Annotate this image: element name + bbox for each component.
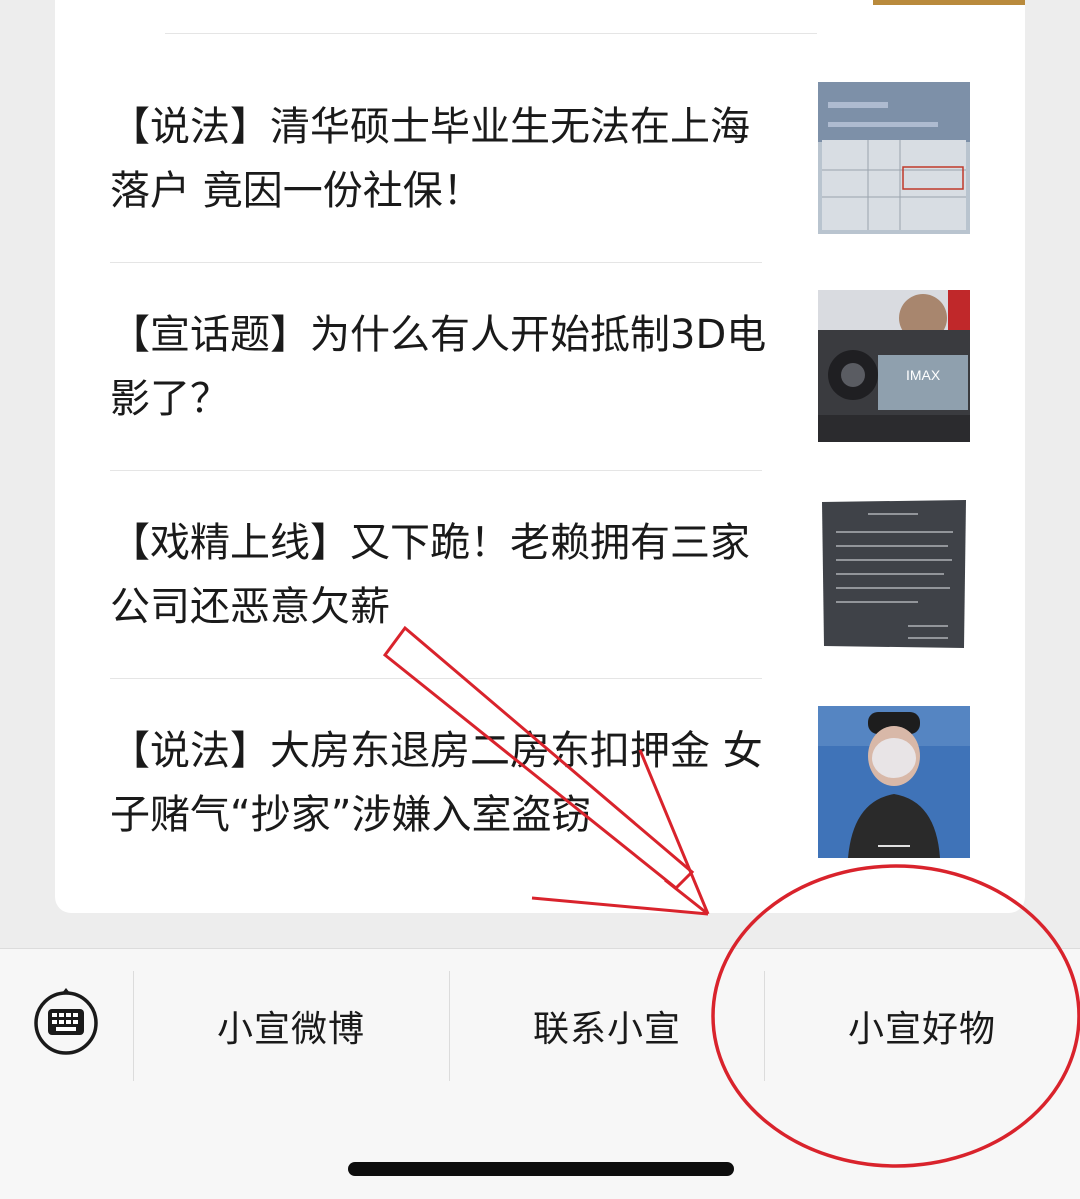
list-item[interactable]: 【宣话题】为什么有人开始抵制3D电影了？ IMAX (110, 263, 980, 471)
article-thumbnail (818, 706, 970, 858)
menu-item-weibo[interactable]: 小宣微博 (134, 971, 448, 1081)
keyboard-icon[interactable] (32, 987, 100, 1055)
article-thumbnail (818, 82, 970, 234)
article-thumbnail: IMAX (818, 290, 970, 442)
article-title: 【说法】大房东退房二房东扣押金 女子赌气“抄家”涉嫌入室盗窃 (110, 728, 763, 838)
imax-logo-text: IMAX (906, 367, 941, 383)
home-indicator[interactable] (348, 1162, 734, 1176)
list-item[interactable]: 【戏精上线】又下跪！老赖拥有三家公司还恶意欠薪 (110, 471, 980, 679)
list-item-partial[interactable] (110, 0, 1025, 34)
article-thumbnail (873, 0, 1025, 5)
list-item[interactable]: 【说法】大房东退房二房东扣押金 女子赌气“抄家”涉嫌入室盗窃 (110, 679, 980, 879)
article-title: 【戏精上线】又下跪！老赖拥有三家公司还恶意欠薪 (110, 520, 750, 630)
menu-item-goods[interactable]: 小宣好物 (765, 971, 1079, 1081)
bottom-menu-bar: 小宣微博 联系小宣 小宣好物 (0, 948, 1080, 1199)
menu-item-contact[interactable]: 联系小宣 (450, 971, 764, 1081)
list-item[interactable]: 【说法】清华硕士毕业生无法在上海落户 竟因一份社保！ (110, 55, 980, 263)
article-thumbnail (818, 498, 970, 650)
divider (165, 33, 817, 34)
article-title: 【说法】清华硕士毕业生无法在上海落户 竟因一份社保！ (110, 104, 750, 214)
article-title: 【宣话题】为什么有人开始抵制3D电影了？ (110, 312, 767, 422)
